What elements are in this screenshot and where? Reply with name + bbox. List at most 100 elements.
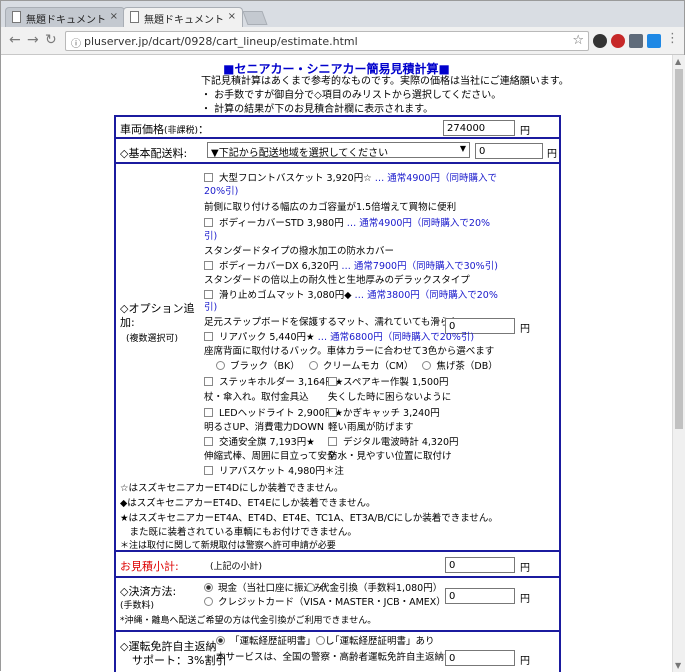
option-led[interactable]: LEDヘッドライト 2,900円★ — [204, 408, 343, 420]
option-stick-holder[interactable]: ステッキホルダー 3,164円★ — [204, 377, 343, 389]
option-desc: 杖・傘入れ。取付金具込 — [204, 392, 309, 403]
license-option-yes[interactable]: 「運転経歴証明書」あり — [316, 636, 435, 648]
checkbox[interactable] — [204, 377, 213, 386]
scroll-up-icon[interactable]: ▲ — [675, 57, 681, 66]
vertical-scrollbar[interactable]: ▲ ▼ — [672, 55, 685, 672]
menu-icon[interactable]: ⋮ — [666, 31, 679, 46]
close-icon[interactable]: × — [228, 11, 236, 22]
scroll-down-icon[interactable]: ▼ — [675, 661, 681, 670]
vehicle-price-input[interactable] — [443, 120, 515, 136]
tab-1[interactable]: 無題ドキュメント × — [5, 7, 125, 27]
radio-button[interactable] — [422, 361, 432, 370]
unit-label: 円 — [520, 563, 530, 574]
toolbar: ← → ↻ ⓘ pluserver.jp/dcart/0928/cart_lin… — [1, 27, 684, 55]
close-icon[interactable]: × — [110, 11, 118, 22]
checkbox[interactable] — [204, 173, 213, 182]
option-note: ☆はスズキセニアカーET4Dにしか装着できません。 — [120, 483, 344, 494]
checkbox[interactable] — [204, 290, 213, 299]
unit-label: 円 — [520, 126, 530, 137]
option-desc: 座席背面に取付けるバック。車体カラーに合わせて3色から選べます — [204, 346, 495, 357]
option-desc: 伸縮式棒、周囲に目立って安全 — [204, 451, 337, 462]
license-discount-input[interactable] — [445, 650, 515, 666]
checkbox[interactable] — [328, 437, 337, 446]
option-key-catch[interactable]: かぎキャッチ 3,240円 — [328, 408, 440, 420]
shipping-region-select[interactable]: ▼下記から配送地域を選択してください ▼ — [207, 142, 470, 158]
info-icon[interactable]: ⓘ — [71, 35, 81, 50]
option-flag[interactable]: 交通安全旗 7,193円★ — [204, 437, 315, 449]
option-note: ◆はスズキセニアカーET4D、ET4Eにしか装着できません。 — [120, 498, 376, 509]
radio-button[interactable] — [308, 361, 318, 370]
browser-window: 無題ドキュメント × 無題ドキュメント × ← → ↻ ⓘ pluserver.… — [0, 0, 685, 672]
download-icon[interactable] — [647, 34, 661, 48]
option-desc: 明るさUP、消費電力DOWN — [204, 422, 324, 433]
payment-fee-input[interactable] — [445, 588, 515, 604]
checkbox[interactable] — [204, 466, 213, 475]
radio-button[interactable] — [204, 597, 213, 606]
option-cover-std[interactable]: ボディーカバーSTD 3,980円 … 通常4900円（同時購入で20% — [204, 218, 490, 230]
intro-text: 下記見積計算はあくまで参考的なものです。実際の価格は当社にご連絡願います。 ・ … — [201, 75, 569, 117]
option-desc: 失くした時に困らないように — [328, 392, 452, 403]
shipping-row: ◇基本配送料: ▼下記から配送地域を選択してください ▼ 円 — [116, 139, 559, 164]
document-icon — [130, 11, 139, 23]
checkbox[interactable] — [204, 261, 213, 270]
dropdown-arrow-icon: ▼ — [459, 144, 466, 153]
subtotal-sub: (上記の小計) — [210, 562, 263, 572]
checkbox[interactable] — [204, 408, 213, 417]
reload-icon[interactable]: ↻ — [45, 32, 57, 48]
option-desc: スタンダードタイプの撥水加工の防水カバー — [204, 246, 395, 257]
back-icon[interactable]: ← — [9, 32, 21, 48]
vehicle-price-row: 車両価格(非課税)： 円 — [116, 117, 559, 139]
option-mat[interactable]: 滑り止めゴムマット 3,080円◆ … 通常3800円（同時購入で20% — [204, 290, 498, 302]
option-front-basket[interactable]: 大型フロントバスケット 3,920円☆ … 通常4900円（同時購入で — [204, 173, 497, 185]
radio-button[interactable] — [306, 583, 315, 592]
option-meter[interactable]: デジタル電波時計 4,320円 — [328, 437, 459, 449]
extension-icon[interactable] — [611, 34, 625, 48]
license-return-row: ◇運転免許自主返納 サポート：3%割引 「運転経歴証明書」なし 「運転経歴証明書… — [116, 632, 559, 672]
rear-pack-color-group: ブラック（BK） クリームモカ（CM） 焦げ茶（DB） — [216, 361, 498, 373]
scrollbar-thumb[interactable] — [675, 69, 683, 429]
payment-option-cod[interactable]: 代金引換（手数料1,080円） — [306, 583, 442, 595]
radio-button[interactable] — [316, 636, 325, 645]
subtotal-row: お見積小計: (上記の小計) 円 — [116, 552, 559, 578]
option-price-wrap: 引) — [204, 302, 218, 313]
payment-sub: (手数料) — [120, 601, 155, 611]
option-spare-key[interactable]: スペアキー作製 1,500円 — [328, 377, 449, 389]
option-note: ＊注は取付に関して新規取付は警察へ許可申請が必要 — [120, 541, 336, 551]
extension-icon[interactable] — [593, 34, 607, 48]
option-desc: 足元ステップボードを保護するマット、濡れていても滑らない — [204, 317, 469, 328]
vehicle-price-label: 車両価格(非課税)： — [120, 123, 210, 136]
option-cover-dx[interactable]: ボディーカバーDX 6,320円 … 通常7900円（同時購入で30%引) — [204, 261, 498, 273]
address-bar[interactable]: ⓘ pluserver.jp/dcart/0928/cart_lineup/es… — [65, 31, 589, 51]
extension-icon[interactable] — [629, 34, 643, 48]
page-content: ■セニアカー・シニアカー簡易見積計算■ 下記見積計算はあくまで参考的なものです。… — [1, 55, 672, 672]
options-row: ◇オプション追 加: (複数選択可) 大型フロントバスケット 3,920円☆ …… — [116, 164, 559, 552]
option-note: また既に装着されている車輌にもお付けできません。 — [120, 527, 357, 538]
estimate-form: 車両価格(非課税)： 円 ◇基本配送料: ▼下記から配送地域を選択してください … — [114, 115, 561, 672]
document-icon — [12, 11, 21, 23]
checkbox[interactable] — [328, 408, 337, 417]
subtotal-label: お見積小計: — [120, 560, 179, 573]
option-rear-pack[interactable]: リアパック 5,440円★ … 通常6800円（同時購入で20%引) — [204, 332, 474, 344]
checkbox[interactable] — [328, 377, 337, 386]
checkbox[interactable] — [204, 332, 213, 341]
shipping-price-input[interactable] — [475, 143, 543, 159]
radio-button[interactable] — [204, 583, 213, 592]
checkbox[interactable] — [204, 218, 213, 227]
subtotal-input[interactable] — [445, 557, 515, 573]
tab-1-title: 無題ドキュメント — [26, 15, 106, 26]
tab-2[interactable]: 無題ドキュメント × — [123, 7, 243, 27]
radio-button[interactable] — [216, 636, 225, 645]
radio-button[interactable] — [216, 361, 225, 370]
payment-row: ◇決済方法: (手数料) 現金（当社口座に振込み） 代金引換（手数料1,080円… — [116, 578, 559, 632]
option-rear-basket[interactable]: リアバスケット 4,980円＊注 — [204, 466, 344, 478]
forward-icon[interactable]: → — [27, 32, 39, 48]
license-return-label: ◇運転免許自主返納 サポート：3%割引 — [120, 640, 227, 667]
option-desc: 防水・見やすい位置に取付け — [328, 451, 452, 462]
unit-label: 円 — [520, 324, 530, 335]
new-tab-button[interactable] — [242, 11, 268, 25]
payment-option-credit[interactable]: クレジットカード（VISA・MASTER・JCB・AMEX） — [204, 597, 446, 609]
bookmark-star-icon[interactable]: ☆ — [572, 33, 584, 48]
checkbox[interactable] — [204, 437, 213, 446]
tab-2-title: 無題ドキュメント — [144, 15, 224, 26]
option-note: ★はスズキセニアカーET4A、ET4D、ET4E、TC1A、ET3A/B/Cにし… — [120, 513, 498, 524]
